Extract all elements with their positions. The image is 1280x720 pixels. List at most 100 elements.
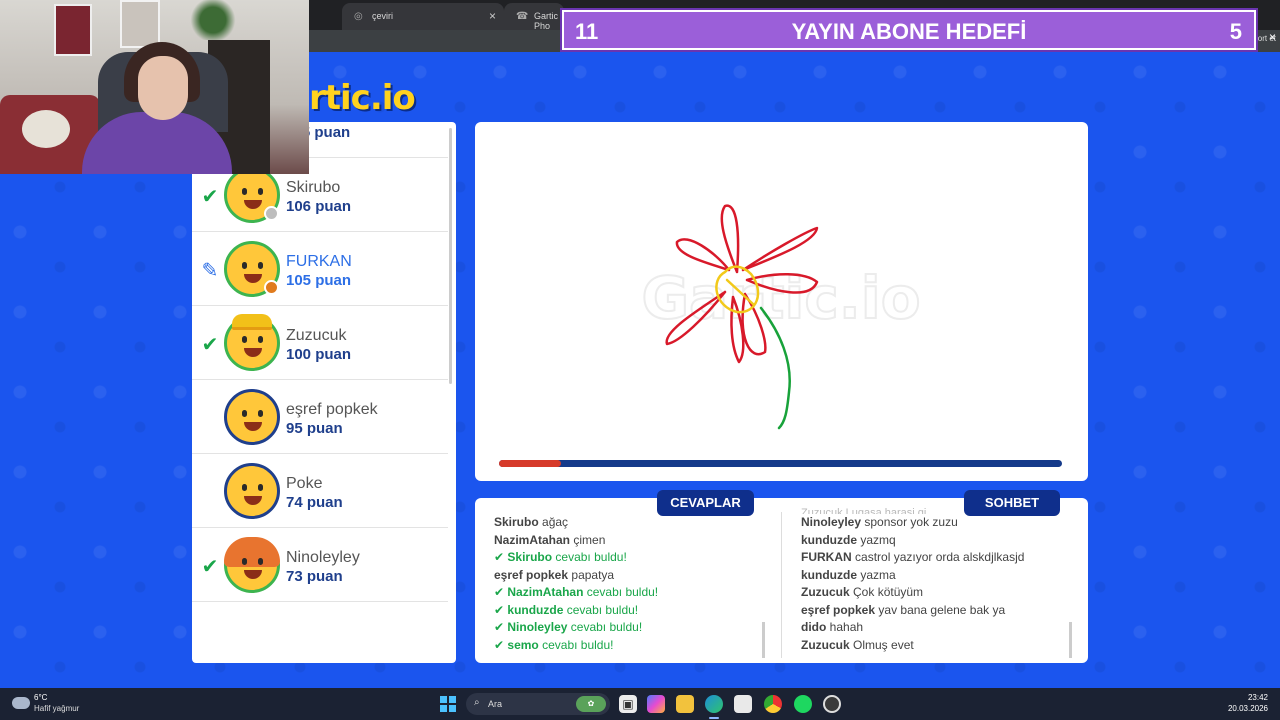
round-timer-bar: [499, 460, 1062, 467]
player-avatar[interactable]: [224, 314, 280, 371]
drawing-pencil-icon: ✎: [201, 260, 219, 282]
obs-icon[interactable]: [823, 695, 841, 713]
avatar-eye: [258, 336, 263, 343]
chat-message: Zuzucuk Olmuş evet: [801, 637, 1063, 655]
avatar-mouth: [244, 200, 262, 209]
player-name: Skirubo: [286, 179, 341, 196]
rank-badge: [264, 280, 279, 295]
message-text: cevabı buldu!: [566, 602, 639, 617]
avatar-mouth: [244, 496, 262, 505]
close-icon[interactable]: ×: [489, 9, 496, 23]
avatar-eye: [242, 188, 247, 195]
message-author: kunduzde: [801, 532, 857, 547]
cap-icon: [232, 314, 272, 330]
player-score: 106 puan: [286, 198, 352, 215]
taskbar-search[interactable]: ⌕ Ara ✿: [466, 693, 610, 715]
correct-check-icon: ✔: [201, 186, 219, 208]
message-author: Skirubo: [507, 550, 553, 564]
chat-message: kunduzde yazmq: [801, 532, 1063, 550]
gartic-logo: rtic.io: [309, 78, 416, 118]
message-author: dido: [801, 620, 827, 634]
copilot-icon[interactable]: [647, 695, 665, 713]
goal-target: 5: [1229, 19, 1242, 44]
chat-message: Ninoleyley sponsor yok zuzu: [801, 514, 1063, 532]
answer-message: eşref popkek papatya: [494, 567, 756, 585]
chat-message: Zuzucuk Çok kötüyüm: [801, 584, 1063, 602]
clock-date[interactable]: 20.03.2026: [1228, 704, 1268, 713]
message-text: Olmuş evet: [853, 637, 914, 652]
message-author: FURKAN: [801, 550, 852, 564]
avatar-eye: [258, 410, 263, 417]
avatar-eye: [242, 262, 247, 269]
chat-message-faded: Zuzucuk Lugasa harasi gi...: [801, 507, 936, 514]
check-icon: ✔: [494, 602, 508, 617]
correct-check-icon: ✔: [201, 556, 219, 578]
avatar-eye: [258, 262, 263, 269]
message-author: eşref popkek: [494, 567, 569, 582]
hair-icon: [224, 537, 280, 567]
avatar-mouth: [244, 348, 262, 357]
avatar-eye: [242, 410, 247, 417]
weather-cloud-icon[interactable]: [12, 697, 30, 709]
message-author: semo: [507, 637, 539, 652]
player-avatar[interactable]: [224, 389, 280, 445]
correct-answer-message: ✔ NazimAtahan cevabı buldu!: [494, 584, 756, 602]
drawing-canvas[interactable]: Gartic.io: [475, 122, 1088, 481]
player-avatar[interactable]: [224, 463, 280, 519]
chrome-icon[interactable]: [764, 695, 782, 713]
message-author: Ninoleyley: [507, 620, 568, 634]
player-row[interactable]: eşref popkek 95 puan: [192, 380, 448, 454]
task-view-icon[interactable]: ▣: [619, 695, 637, 713]
file-explorer-icon[interactable]: [676, 695, 694, 713]
message-author: Ninoleyley: [801, 515, 862, 529]
player-avatar[interactable]: [224, 537, 280, 593]
browser-tab-ceviri[interactable]: ◎ çeviri ×: [342, 3, 504, 30]
player-list[interactable]: o 115 puan✔ Skirubo 106 puan✎ FURKAN 105…: [192, 122, 456, 663]
tab-answers[interactable]: CEVAPLAR: [657, 490, 754, 516]
message-text: ağaç: [542, 515, 569, 529]
streamer-face: [138, 56, 188, 120]
player-row[interactable]: ✔ Ninoleyley 73 puan: [192, 528, 448, 602]
player-row[interactable]: Poke 74 puan: [192, 454, 448, 528]
message-author: kunduzde: [801, 567, 857, 582]
avatar-eye: [258, 558, 263, 565]
message-text: sponsor yok zuzu: [864, 515, 958, 529]
check-icon: ✔: [494, 637, 508, 652]
message-author: Zuzucuk: [801, 637, 850, 652]
avatar-eye: [242, 336, 247, 343]
edge-icon[interactable]: [705, 695, 723, 713]
message-text: castrol yazıyor orda alskdjlkasjd: [855, 550, 1025, 564]
close-icon[interactable]: ×: [1269, 30, 1276, 44]
chat-scrollbar[interactable]: [1069, 622, 1072, 658]
store-icon[interactable]: [734, 695, 752, 713]
avatar-eye: [258, 484, 263, 491]
player-row[interactable]: ✔ Zuzucuk 100 puan: [192, 306, 448, 380]
message-text: cevabı buldu!: [570, 620, 643, 634]
spotify-icon[interactable]: [794, 695, 812, 713]
message-author: NazimAtahan: [507, 585, 584, 599]
weather-temperature[interactable]: 6°C: [34, 693, 47, 702]
message-author: Skirubo: [494, 515, 539, 529]
weather-description[interactable]: Hafif yağmur: [34, 704, 79, 713]
message-text: hahah: [829, 620, 864, 634]
message-text: yav bana gelene bak ya: [878, 602, 1006, 617]
player-list-scrollbar[interactable]: [449, 128, 452, 384]
clock-time[interactable]: 23:42: [1248, 693, 1268, 702]
player-row[interactable]: ✎ FURKAN 105 puan: [192, 232, 448, 306]
player-score: 105 puan: [286, 272, 352, 289]
panel-divider: [781, 512, 782, 658]
gartic-phone-icon: ☎: [516, 11, 529, 22]
windows-start-icon[interactable]: [440, 696, 456, 712]
message-text: cevabı buldu!: [586, 585, 659, 599]
search-icon: ⌕: [474, 697, 480, 708]
browser-tab-gartic-phone[interactable]: ☎ Gartic Pho: [504, 3, 564, 31]
round-timer-fill: [499, 460, 561, 467]
windows-taskbar: 6°C Hafif yağmur ⌕ Ara ✿ ▣ 23:42 20.03.2…: [0, 688, 1280, 720]
tab-title: çeviri: [372, 11, 394, 21]
plant: [188, 0, 238, 40]
goal-title: YAYIN ABONE HEDEFİ: [791, 19, 1027, 44]
answers-scrollbar[interactable]: [762, 622, 765, 658]
globe-icon: ◎: [354, 11, 363, 22]
player-name: Zuzucuk: [286, 327, 347, 344]
avatar-eye: [258, 188, 263, 195]
